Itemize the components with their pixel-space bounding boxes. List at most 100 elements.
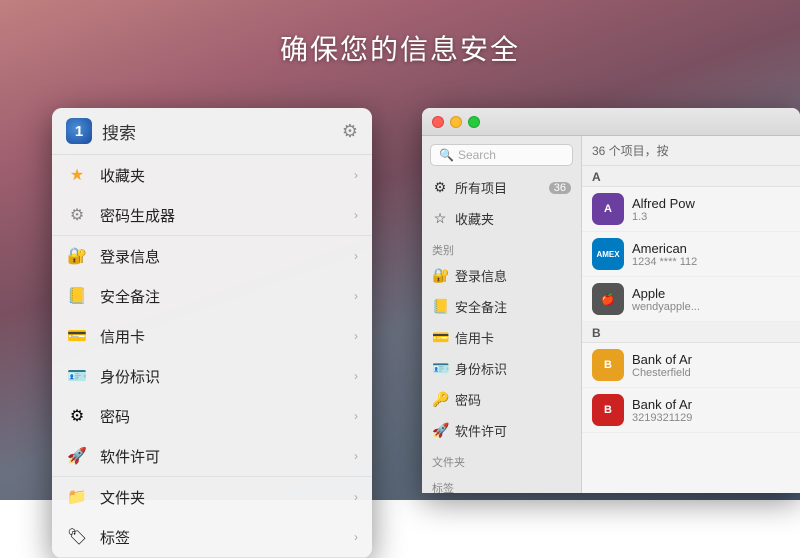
- popup-section-folders: 📁 文件夹 › 🏷 标签 ›: [52, 477, 372, 558]
- note-icon: 📒: [432, 298, 448, 315]
- apple-sub: wendyapple...: [632, 301, 790, 313]
- minimize-button[interactable]: [450, 116, 462, 128]
- popup-search-label: 搜索: [102, 119, 342, 144]
- search-placeholder: Search: [458, 148, 496, 162]
- sidebar-section-categories: 类别: [422, 234, 581, 260]
- folders-label: 文件夹: [100, 487, 354, 508]
- sidebar-item-favorites[interactable]: ☆ 收藏夹: [422, 203, 581, 234]
- alfred-name: Alfred Pow: [632, 196, 790, 211]
- app-content: 🔍 Search ⚙ 所有项目 36 ☆ 收藏夹 类别 🔐 登录信息 📒 安全备…: [422, 136, 800, 493]
- software-icon: 🚀: [66, 445, 88, 467]
- logins-label: 登录信息: [100, 246, 354, 267]
- software-icon: 🚀: [432, 422, 448, 439]
- tag-icon: 🏷: [66, 526, 88, 548]
- popup-item-software[interactable]: 🚀 软件许可 ›: [52, 436, 372, 476]
- close-button[interactable]: [432, 116, 444, 128]
- popup-header: 1 搜索 ⚙: [52, 108, 372, 155]
- login-icon: 🔐: [66, 245, 88, 267]
- sidebar-item-all[interactable]: ⚙ 所有项目 36: [422, 172, 581, 203]
- search-box[interactable]: 🔍 Search: [430, 144, 573, 166]
- popup-item-logins[interactable]: 🔐 登录信息 ›: [52, 236, 372, 276]
- list-item-alfred[interactable]: A Alfred Pow 1.3: [582, 187, 800, 232]
- popup-item-secure-notes[interactable]: 📒 安全备注 ›: [52, 276, 372, 316]
- all-items-count: 36: [549, 182, 571, 194]
- apple-name: Apple: [632, 286, 790, 301]
- popup-item-credit-cards[interactable]: 💳 信用卡 ›: [52, 316, 372, 356]
- sidebar-item-credit-cards[interactable]: 💳 信用卡: [422, 322, 581, 353]
- passwords-label: 密码: [100, 406, 354, 427]
- star-icon: ★: [66, 164, 88, 186]
- gear-icon[interactable]: ⚙: [342, 121, 358, 142]
- sidebar-item-passwords[interactable]: 🔑 密码: [422, 384, 581, 415]
- sidebar-section-tags: 标签: [422, 472, 581, 493]
- sidebar-search-area: 🔍 Search: [422, 136, 581, 172]
- popup-item-favorites[interactable]: ★ 收藏夹 ›: [52, 155, 372, 195]
- popup-item-identities[interactable]: 🪪 身份标识 ›: [52, 356, 372, 396]
- popup-item-passwords[interactable]: ⚙ 密码 ›: [52, 396, 372, 436]
- list-item-bankofar2[interactable]: B Bank of Ar 3219321129: [582, 388, 800, 433]
- maximize-button[interactable]: [468, 116, 480, 128]
- card-icon: 💳: [432, 329, 448, 346]
- credit-cards-label: 信用卡: [455, 328, 571, 347]
- sidebar-item-identities[interactable]: 🪪 身份标识: [422, 353, 581, 384]
- items-list: A A Alfred Pow 1.3 AMEX American: [582, 166, 800, 493]
- section-header-b: B: [582, 322, 800, 343]
- chevron-icon: ›: [354, 409, 358, 423]
- popup-menu: 1 搜索 ⚙ ★ 收藏夹 › ⚙ 密码生成器 › 🔐 登录信息 › 📒 安全备注…: [52, 108, 372, 558]
- main-list-header: 36 个项目，按: [582, 136, 800, 166]
- titlebar: [422, 108, 800, 136]
- tags-label: 标签: [100, 527, 354, 548]
- app-logo: 1: [66, 118, 92, 144]
- chevron-icon: ›: [354, 449, 358, 463]
- bankofar1-icon: B: [592, 349, 624, 381]
- password-icon: ⚙: [66, 405, 88, 427]
- sidebar-item-software[interactable]: 🚀 软件许可: [422, 415, 581, 446]
- bankofar2-sub: 3219321129: [632, 412, 790, 424]
- list-item-apple[interactable]: 🍎 Apple wendyapple...: [582, 277, 800, 322]
- login-icon: 🔐: [432, 267, 448, 284]
- amex-name: American: [632, 241, 790, 256]
- sidebar-section-folders: 文件夹: [422, 446, 581, 472]
- sidebar-item-logins[interactable]: 🔐 登录信息: [422, 260, 581, 291]
- password-icon: 🔑: [432, 391, 448, 408]
- chevron-icon: ›: [354, 329, 358, 343]
- popup-item-folders[interactable]: 📁 文件夹 ›: [52, 477, 372, 517]
- section-header-a: A: [582, 166, 800, 187]
- list-item-bankofar1[interactable]: B Bank of Ar Chesterfield: [582, 343, 800, 388]
- folder-icon: 📁: [66, 486, 88, 508]
- sidebar-item-secure-notes[interactable]: 📒 安全备注: [422, 291, 581, 322]
- chevron-icon: ›: [354, 249, 358, 263]
- popup-section-categories: 🔐 登录信息 › 📒 安全备注 › 💳 信用卡 › 🪪 身份标识 › ⚙ 密码 …: [52, 236, 372, 477]
- secure-notes-label: 安全备注: [100, 286, 354, 307]
- favorites-label: 收藏夹: [100, 165, 354, 186]
- passwords-label: 密码: [455, 390, 571, 409]
- all-items-label: 所有项目: [455, 178, 549, 197]
- favorites-label: 收藏夹: [455, 209, 571, 228]
- favorites-icon: ☆: [432, 210, 448, 227]
- identity-icon: 🪪: [66, 365, 88, 387]
- logins-label: 登录信息: [455, 266, 571, 285]
- apple-info: Apple wendyapple...: [632, 286, 790, 313]
- chevron-icon: ›: [354, 490, 358, 504]
- software-label: 软件许可: [100, 446, 354, 467]
- popup-item-tags[interactable]: 🏷 标签 ›: [52, 517, 372, 557]
- sidebar: 🔍 Search ⚙ 所有项目 36 ☆ 收藏夹 类别 🔐 登录信息 📒 安全备…: [422, 136, 582, 493]
- alfred-sub: 1.3: [632, 211, 790, 223]
- alfred-icon: A: [592, 193, 624, 225]
- amex-info: American 1234 **** 112: [632, 241, 790, 268]
- app-window: 🔍 Search ⚙ 所有项目 36 ☆ 收藏夹 类别 🔐 登录信息 📒 安全备…: [422, 108, 800, 493]
- chevron-icon: ›: [354, 208, 358, 222]
- amex-sub: 1234 **** 112: [632, 256, 790, 268]
- list-item-amex[interactable]: AMEX American 1234 **** 112: [582, 232, 800, 277]
- apple-icon: 🍎: [592, 283, 624, 315]
- identities-label: 身份标识: [455, 359, 571, 378]
- amex-icon: AMEX: [592, 238, 624, 270]
- popup-item-password-gen[interactable]: ⚙ 密码生成器 ›: [52, 195, 372, 235]
- credit-cards-label: 信用卡: [100, 326, 354, 347]
- bankofar2-name: Bank of Ar: [632, 397, 790, 412]
- note-icon: 📒: [66, 285, 88, 307]
- main-list: 36 个项目，按 A A Alfred Pow 1.3 AMEX: [582, 136, 800, 493]
- card-icon: 💳: [66, 325, 88, 347]
- secure-notes-label: 安全备注: [455, 297, 571, 316]
- chevron-icon: ›: [354, 289, 358, 303]
